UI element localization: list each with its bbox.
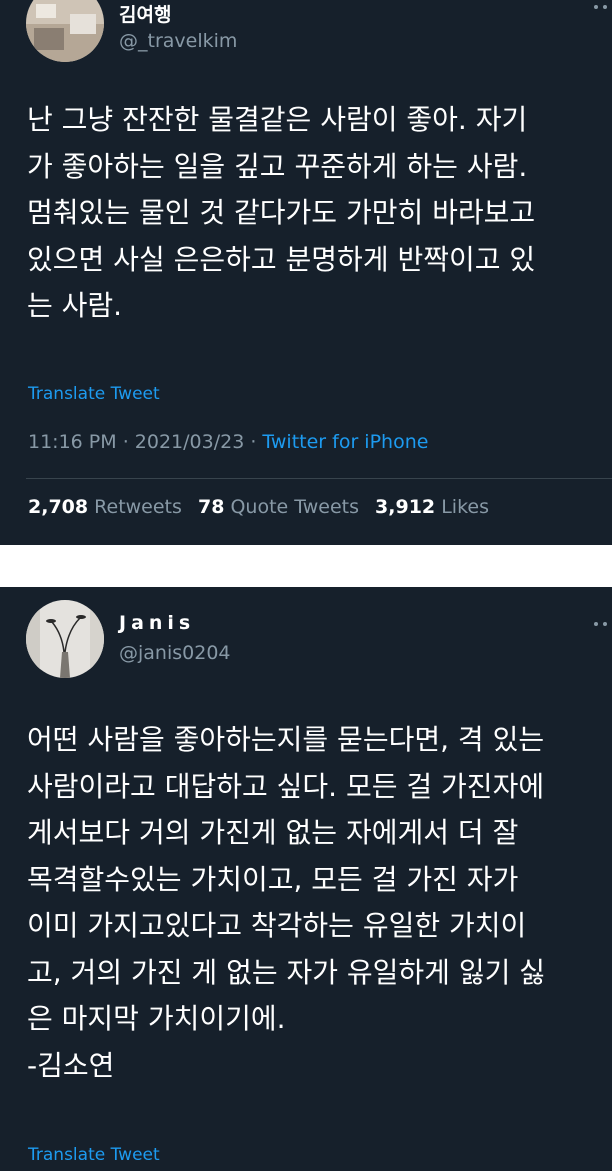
avatar[interactable] xyxy=(26,0,104,62)
tweet-text: 난 그냥 잔잔한 물결같은 사람이 좋아. 자기 가 좋아하는 일을 깊고 꾸준… xyxy=(27,97,612,330)
tweet-text-line: 있으면 사실 은은하고 분명하게 반짝이고 있 xyxy=(27,242,536,276)
retweets-stat[interactable]: 2,708 Retweets xyxy=(28,496,182,518)
username-handle[interactable]: @_travelkim xyxy=(119,30,237,52)
tweet-text-line: 은 마지막 가치이기에. xyxy=(27,1002,286,1035)
translate-tweet-link[interactable]: Translate Tweet xyxy=(28,1145,160,1165)
more-dots-icon[interactable] xyxy=(592,3,612,11)
translate-tweet-link[interactable]: Translate Tweet xyxy=(28,384,160,404)
tweet-card: 김여행 @_travelkim 난 그냥 잔잔한 물결같은 사람이 좋아. 자기… xyxy=(0,0,612,545)
tweet-text-line: 는 사람. xyxy=(27,289,123,322)
tweet-card: Janis @janis0204 어떤 사람을 좋아하는지를 묻는다면, 격 있… xyxy=(0,587,612,1171)
profile-photo-icon xyxy=(26,0,104,62)
tweet-time[interactable]: 11:16 PM xyxy=(28,431,117,453)
likes-stat[interactable]: 3,912 Likes xyxy=(375,496,489,518)
tweet-text-line: 어떤 사람을 좋아하는지를 묻는다면, 격 있는 xyxy=(27,723,545,756)
tweet-text-line: 이미 가지고있다고 착각하는 유일한 가치이 xyxy=(27,909,527,942)
divider xyxy=(26,478,612,479)
username-handle[interactable]: @janis0204 xyxy=(119,642,231,664)
more-dots-icon[interactable] xyxy=(592,620,612,628)
tweet-date[interactable]: 2021/03/23 xyxy=(135,431,245,453)
tweet-text-line: 멈춰있는 물인 것 같다가도 가만히 바라보고 xyxy=(27,196,536,229)
avatar[interactable] xyxy=(26,600,104,678)
separator: · xyxy=(244,431,263,453)
tweet-source-link[interactable]: Twitter for iPhone xyxy=(262,431,428,453)
quote-tweets-stat[interactable]: 78 Quote Tweets xyxy=(198,496,359,518)
tweet-text-line: 난 그냥 잔잔한 물결같은 사람이 좋아. 자기 xyxy=(27,103,528,136)
engagement-stats: 2,708 Retweets 78 Quote Tweets 3,912 Lik… xyxy=(28,496,489,518)
tweet-text-line: 고, 거의 가진 게 없는 자가 유일하게 잃기 싫 xyxy=(27,955,546,989)
display-name[interactable]: Janis xyxy=(119,612,195,634)
tweet-text-line: 사람이라고 대답하고 싶다. 모든 걸 가진자에 xyxy=(27,769,545,803)
likes-label: Likes xyxy=(441,496,489,518)
likes-count: 3,912 xyxy=(375,496,436,518)
tweet-text-line: 게서보다 거의 가진게 없는 자에게서 더 잘 xyxy=(27,816,519,849)
tweet-text-line: 목격할수있는 가치이고, 모든 걸 가진 자가 xyxy=(27,862,519,896)
profile-photo-vase-icon xyxy=(26,600,104,678)
tweet-text-line: -김소연 xyxy=(27,1048,115,1082)
tweet-text: 어떤 사람을 좋아하는지를 묻는다면, 격 있는 사람이라고 대답하고 싶다. … xyxy=(27,717,612,1089)
tweet-timestamp: 11:16 PM · 2021/03/23 · Twitter for iPho… xyxy=(28,431,428,453)
quote-tweets-label: Quote Tweets xyxy=(230,496,359,518)
retweets-count: 2,708 xyxy=(28,496,89,518)
retweets-label: Retweets xyxy=(94,496,182,518)
quote-tweets-count: 78 xyxy=(197,496,225,518)
display-name[interactable]: 김여행 xyxy=(119,0,171,27)
tweet-text-line: 가 좋아하는 일을 깊고 꾸준하게 하는 사람. xyxy=(27,149,528,183)
separator: · xyxy=(116,431,135,453)
